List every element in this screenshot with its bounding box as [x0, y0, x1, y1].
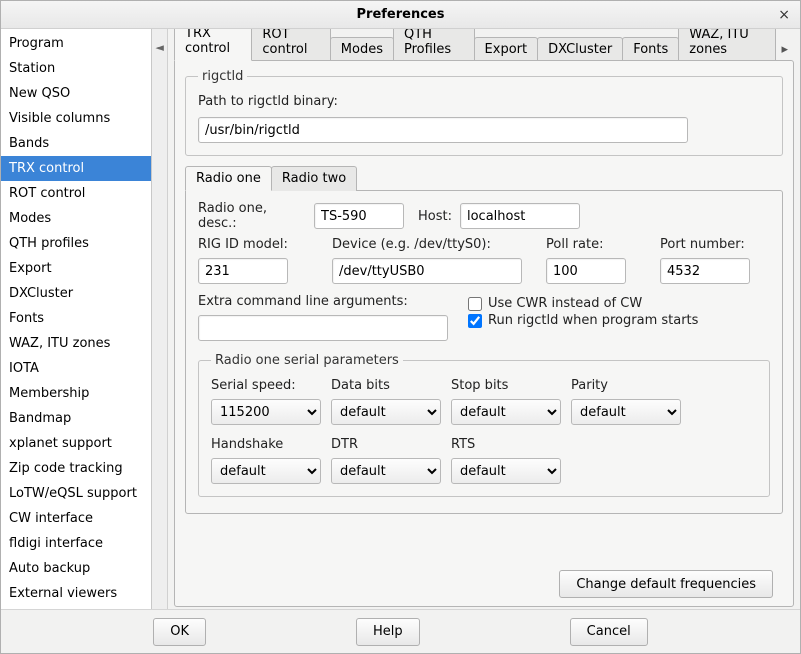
chevron-right-icon[interactable]: ▸ — [775, 38, 794, 61]
sidebar-item[interactable]: Bands — [1, 131, 151, 156]
radio-one-panel: Radio one, desc.: Host: RIG ID model: De… — [185, 190, 783, 514]
parity-label: Parity — [571, 378, 681, 393]
rig-id-input[interactable] — [198, 258, 288, 284]
cwr-label: Use CWR instead of CW — [488, 296, 642, 311]
sidebar-item[interactable]: Bandmap — [1, 406, 151, 431]
serial-speed-label: Serial speed: — [211, 378, 321, 393]
rts-label: RTS — [451, 437, 561, 452]
rigctld-group: rigctld Path to rigctld binary: — [185, 69, 783, 156]
sidebar-item[interactable]: Export — [1, 256, 151, 281]
sidebar-item[interactable]: fldigi interface — [1, 531, 151, 556]
radio-tabs: Radio oneRadio two — [185, 166, 783, 191]
tab[interactable]: Fonts — [622, 37, 679, 61]
sidebar-item[interactable]: IOTA — [1, 356, 151, 381]
tab[interactable]: WAZ, ITU zones — [678, 29, 776, 61]
sidebar-item[interactable]: Fonts — [1, 306, 151, 331]
rigctld-path-label: Path to rigctld binary: — [198, 94, 338, 109]
close-icon[interactable]: × — [778, 7, 790, 23]
dtr-select[interactable]: default — [331, 458, 441, 484]
radio-tab[interactable]: Radio two — [271, 166, 357, 191]
dtr-label: DTR — [331, 437, 441, 452]
poll-input[interactable] — [546, 258, 626, 284]
trx-control-panel: rigctld Path to rigctld binary: Radio on… — [174, 60, 794, 607]
sidebar-item[interactable]: Program — [1, 31, 151, 56]
sidebar-item[interactable]: WAZ, ITU zones — [1, 331, 151, 356]
help-button[interactable]: Help — [356, 618, 420, 646]
tab[interactable]: QTH Profiles — [393, 29, 475, 61]
change-frequencies-button[interactable]: Change default frequencies — [559, 570, 773, 598]
rigctld-path-input[interactable] — [198, 117, 688, 143]
databits-select[interactable]: default — [331, 399, 441, 425]
sidebar-item[interactable]: CW interface — [1, 506, 151, 531]
radio-desc-label: Radio one, desc.: — [198, 201, 306, 231]
tab[interactable]: DXCluster — [537, 37, 623, 61]
sidebar-item[interactable]: Visible columns — [1, 106, 151, 131]
window-title: Preferences — [357, 7, 445, 22]
tab-scroll-left[interactable]: ◄ — [152, 29, 168, 609]
sidebar-item[interactable]: Zip code tracking — [1, 456, 151, 481]
port-input[interactable] — [660, 258, 750, 284]
cwr-checkbox[interactable] — [468, 297, 482, 311]
titlebar: Preferences × — [1, 1, 800, 29]
handshake-label: Handshake — [211, 437, 321, 452]
stopbits-label: Stop bits — [451, 378, 561, 393]
rig-id-label: RIG ID model: — [198, 237, 318, 252]
sidebar-item[interactable]: Modes — [1, 206, 151, 231]
databits-label: Data bits — [331, 378, 441, 393]
extra-args-label: Extra command line arguments: — [198, 294, 408, 309]
sidebar-item[interactable]: LoTW/eQSL support — [1, 481, 151, 506]
sidebar-item[interactable]: External viewers — [1, 581, 151, 606]
port-label: Port number: — [660, 237, 770, 252]
run-rigctld-label: Run rigctld when program starts — [488, 313, 698, 328]
sidebar-item[interactable]: xplanet support — [1, 431, 151, 456]
tab[interactable]: Modes — [330, 37, 394, 61]
tab[interactable]: TRX control — [174, 29, 252, 61]
sidebar-item[interactable]: TRX control — [1, 156, 151, 181]
device-input[interactable] — [332, 258, 522, 284]
tab[interactable]: ROT control — [251, 29, 330, 61]
sidebar-item[interactable]: New QSO — [1, 81, 151, 106]
main-panel: TRX controlROT controlModesQTH ProfilesE… — [168, 29, 800, 609]
preferences-window: Preferences × ProgramStationNew QSOVisib… — [0, 0, 801, 654]
serial-legend: Radio one serial parameters — [211, 353, 403, 368]
ok-button[interactable]: OK — [153, 618, 206, 646]
radio-tab[interactable]: Radio one — [185, 166, 272, 191]
poll-label: Poll rate: — [546, 237, 646, 252]
sidebar-item[interactable]: DXCluster — [1, 281, 151, 306]
footer: OK Help Cancel — [1, 609, 800, 653]
sidebar-item[interactable]: QTH profiles — [1, 231, 151, 256]
rts-select[interactable]: default — [451, 458, 561, 484]
sidebar-item[interactable]: Auto backup — [1, 556, 151, 581]
sidebar: ProgramStationNew QSOVisible columnsBand… — [1, 29, 152, 609]
cancel-button[interactable]: Cancel — [570, 618, 648, 646]
window-body: ProgramStationNew QSOVisible columnsBand… — [1, 29, 800, 609]
host-label: Host: — [418, 209, 452, 224]
serial-group: Radio one serial parameters Serial speed… — [198, 353, 770, 497]
device-label: Device (e.g. /dev/ttyS0): — [332, 237, 532, 252]
host-input[interactable] — [460, 203, 580, 229]
extra-args-input[interactable] — [198, 315, 448, 341]
radio-desc-input[interactable] — [314, 203, 404, 229]
stopbits-select[interactable]: default — [451, 399, 561, 425]
handshake-select[interactable]: default — [211, 458, 321, 484]
sidebar-item[interactable]: ROT control — [1, 181, 151, 206]
tab[interactable]: Export — [474, 37, 539, 61]
parity-select[interactable]: default — [571, 399, 681, 425]
rigctld-legend: rigctld — [198, 69, 247, 84]
sidebar-item[interactable]: Membership — [1, 381, 151, 406]
tab-row: TRX controlROT controlModesQTH ProfilesE… — [174, 33, 794, 61]
serial-speed-select[interactable]: 115200 — [211, 399, 321, 425]
run-rigctld-checkbox[interactable] — [468, 314, 482, 328]
chevron-left-icon: ◄ — [155, 41, 163, 54]
sidebar-item[interactable]: Station — [1, 56, 151, 81]
